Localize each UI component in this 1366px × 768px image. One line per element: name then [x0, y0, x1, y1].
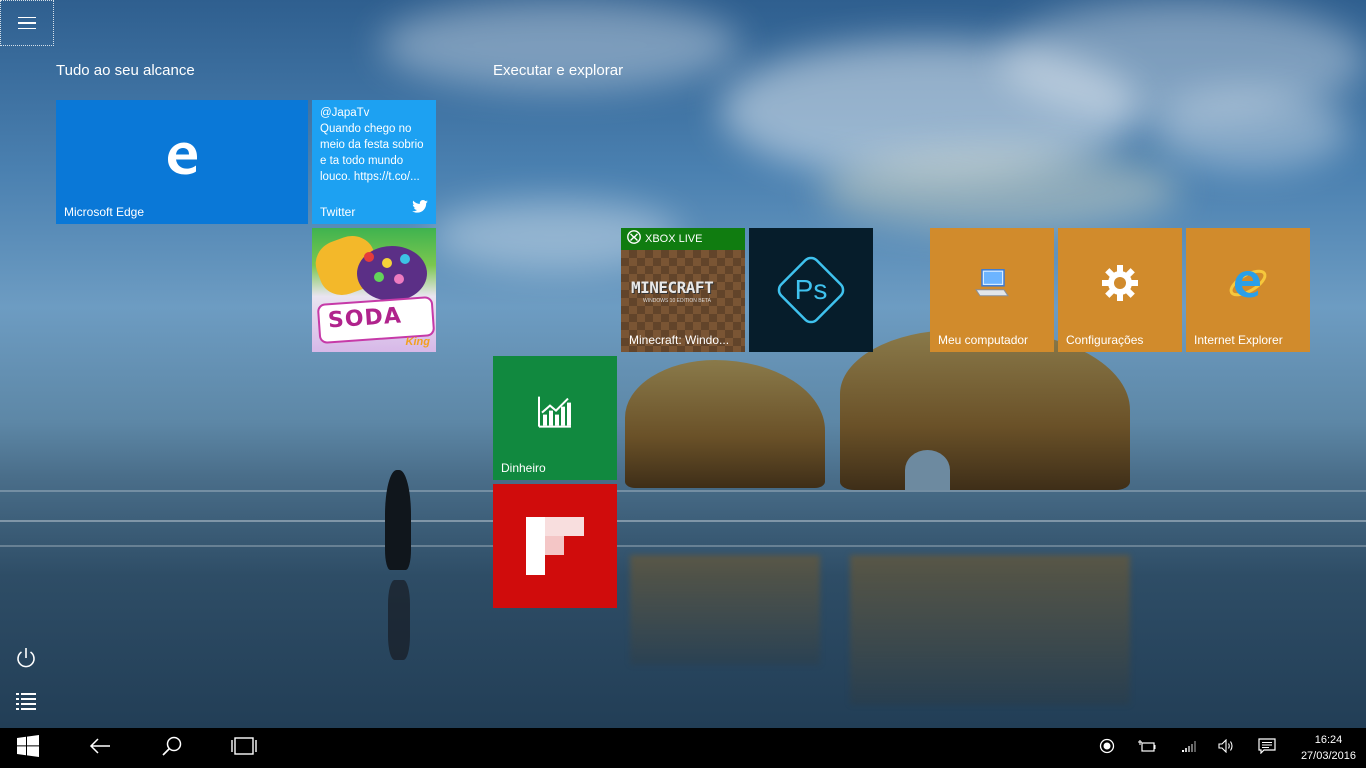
tile-label: Microsoft Edge — [64, 205, 145, 219]
minecraft-edition-text: WINDOWS 10 EDITION BETA — [643, 298, 711, 304]
group-title-tudo-ao-seu-alcance[interactable]: Tudo ao seu alcance — [56, 62, 195, 79]
tile-label: Meu computador — [938, 333, 1029, 347]
twitter-tweet-text: Quando chego no meio da festa sobrio e t… — [320, 123, 424, 183]
finance-chart-icon — [537, 395, 573, 434]
twitter-bird-icon — [412, 200, 428, 218]
tile-twitter[interactable]: @JapaTv Quando chego no meio da festa so… — [312, 100, 436, 224]
twitter-handle: @JapaTv — [320, 107, 370, 119]
power-icon[interactable] — [14, 646, 38, 670]
tile-label: Internet Explorer — [1194, 333, 1283, 347]
tile-configuracoes[interactable]: Configurações — [1058, 228, 1182, 352]
tile-candy-crush-soda[interactable]: SODA King — [312, 228, 436, 352]
tile-label: Twitter — [320, 205, 356, 219]
internet-explorer-icon — [1228, 263, 1268, 308]
record-button[interactable] — [1092, 728, 1122, 768]
windows-start-icon — [17, 734, 39, 762]
action-center-icon — [1258, 737, 1276, 759]
wifi-icon — [1181, 739, 1197, 758]
tile-label: Minecraft: Windo... — [629, 333, 730, 347]
minecraft-logo: MINECRAFT — [631, 278, 714, 297]
search-button[interactable] — [148, 728, 196, 768]
start-menu-expand-button[interactable] — [0, 0, 54, 46]
hamburger-icon — [18, 16, 36, 19]
taskbar: 16:24 27/03/2016 — [0, 728, 1366, 768]
wifi-button[interactable] — [1174, 728, 1204, 768]
volume-button[interactable] — [1212, 728, 1242, 768]
tile-label: Configurações — [1066, 333, 1144, 347]
battery-button[interactable] — [1132, 728, 1162, 768]
task-view-button[interactable] — [220, 728, 268, 768]
flipboard-icon — [526, 517, 584, 575]
xbox-icon — [627, 229, 641, 249]
king-logo: King — [405, 336, 430, 348]
all-apps-list-icon[interactable] — [14, 690, 38, 714]
tile-label: Dinheiro — [501, 461, 546, 475]
photoshop-icon: Ps — [771, 250, 851, 330]
computer-icon — [974, 268, 1010, 305]
edge-icon — [164, 139, 200, 180]
tile-microsoft-edge[interactable]: Microsoft Edge — [56, 100, 308, 224]
record-icon — [1099, 738, 1115, 759]
group-title-executar-e-explorar[interactable]: Executar e explorar — [493, 62, 623, 79]
candy-crush-logo: SODA — [327, 303, 403, 334]
tile-flipboard[interactable] — [493, 484, 617, 608]
search-icon — [162, 736, 182, 761]
photoshop-logo: Ps — [794, 274, 828, 305]
back-button[interactable] — [76, 728, 124, 768]
action-center-button[interactable] — [1252, 728, 1282, 768]
tile-dinheiro[interactable]: Dinheiro — [493, 356, 617, 480]
gear-icon — [1100, 263, 1140, 308]
clock-time: 16:24 — [1314, 734, 1343, 746]
tile-photoshop[interactable]: Ps — [749, 228, 873, 352]
clock-date: 27/03/2016 — [1300, 750, 1356, 762]
back-arrow-icon — [89, 737, 111, 759]
task-view-icon — [231, 736, 257, 760]
windows-start-button[interactable] — [4, 728, 52, 768]
battery-icon — [1138, 739, 1156, 758]
tile-internet-explorer[interactable]: Internet Explorer — [1186, 228, 1310, 352]
volume-icon — [1218, 738, 1236, 758]
tile-meu-computador[interactable]: Meu computador — [930, 228, 1054, 352]
xbox-live-badge: XBOX LIVE — [645, 233, 703, 245]
tile-minecraft[interactable]: XBOX LIVE MINECRAFT WINDOWS 10 EDITION B… — [621, 228, 745, 352]
taskbar-clock[interactable]: 16:24 27/03/2016 — [1301, 732, 1356, 764]
